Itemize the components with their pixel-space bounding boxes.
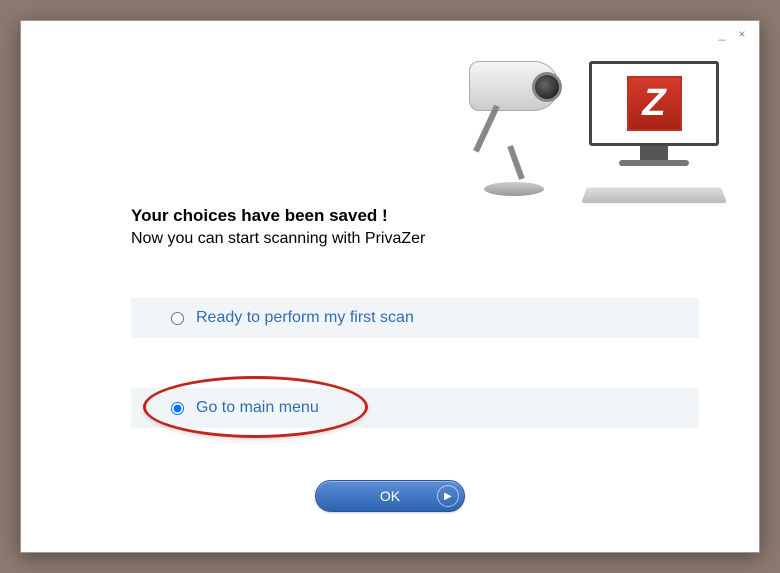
monitor-icon: Z: [589, 61, 719, 171]
option-label: Ready to perform my first scan: [196, 309, 414, 327]
header-illustration: Z: [419, 51, 719, 201]
content-area: Your choices have been saved ! Now you c…: [131, 206, 699, 478]
ok-button-label: OK: [380, 488, 400, 504]
radio-first-scan[interactable]: [171, 312, 184, 325]
privazer-logo: Z: [627, 76, 682, 131]
minimize-button[interactable]: _: [715, 29, 729, 41]
camera-icon: [439, 51, 579, 201]
option-label: Go to main menu: [196, 399, 319, 417]
titlebar-controls: _ ×: [715, 29, 749, 41]
button-row: OK ▶: [21, 480, 759, 512]
radio-main-menu[interactable]: [171, 402, 184, 415]
arrow-right-icon: ▶: [437, 485, 459, 507]
ok-button[interactable]: OK ▶: [315, 480, 465, 512]
keyboard-icon: [581, 188, 727, 204]
close-button[interactable]: ×: [735, 29, 749, 41]
option-main-menu[interactable]: Go to main menu: [131, 388, 699, 448]
page-title: Your choices have been saved !: [131, 206, 699, 226]
page-subtitle: Now you can start scanning with PrivaZer: [131, 230, 699, 248]
option-first-scan[interactable]: Ready to perform my first scan: [131, 298, 699, 358]
dialog-window: _ × Z Your choices have been saved ! Now…: [20, 20, 760, 553]
